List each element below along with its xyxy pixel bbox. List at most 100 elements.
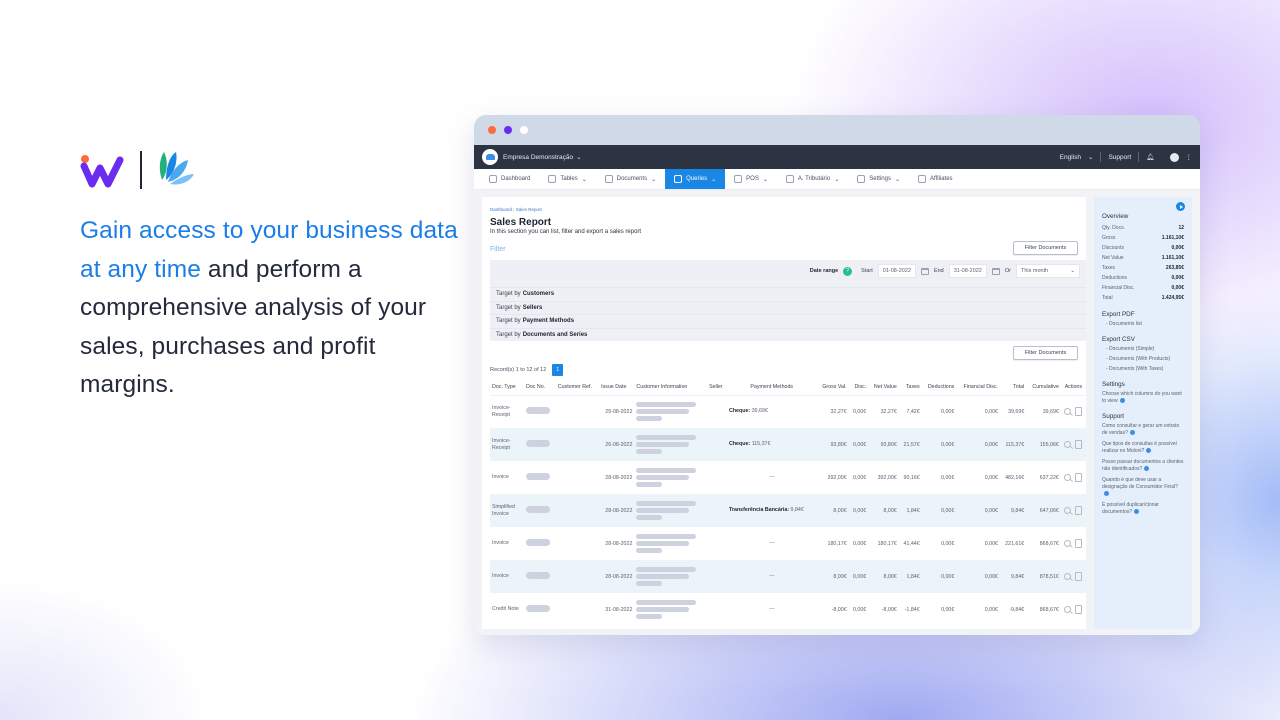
or-label: Or xyxy=(1004,268,1011,274)
info-icon[interactable] xyxy=(1134,509,1140,515)
breadcrumb-dashboard[interactable]: Dashboard xyxy=(490,207,512,212)
target-row[interactable]: Target by Customers xyxy=(490,287,1086,301)
support-link[interactable]: Que tipos de consultas é possível realiz… xyxy=(1102,441,1184,455)
menu-item-dashboard[interactable]: Dashboard xyxy=(480,169,539,189)
table-row[interactable]: Invoice 28-08-2022 --- 180,17€ 0,00€ 180,17€ 4… xyxy=(490,527,1086,560)
page-button[interactable]: 1 xyxy=(552,364,564,376)
info-icon[interactable] xyxy=(1144,466,1150,472)
bell-icon[interactable]: 🔔︎ xyxy=(1146,153,1154,161)
pdf-document-icon[interactable] xyxy=(1075,605,1083,614)
calendar-icon[interactable] xyxy=(991,267,1000,275)
support-link[interactable]: Support xyxy=(1108,154,1131,161)
search-icon[interactable] xyxy=(1064,474,1072,481)
disc-value: 0,00€ xyxy=(852,540,867,547)
search-icon[interactable] xyxy=(1064,540,1072,547)
support-question[interactable]: Como consultar e gerar um extrato de ven… xyxy=(1102,423,1179,436)
search-icon[interactable] xyxy=(1064,507,1072,514)
filter-toggle[interactable]: Filter xyxy=(490,246,506,253)
support-question[interactable]: É possível duplicar/clonar documentos? xyxy=(1102,502,1159,515)
actions xyxy=(1061,593,1086,626)
menu-item-queries[interactable]: Queries ⌄ xyxy=(665,169,726,189)
info-icon[interactable] xyxy=(1119,398,1125,404)
table-row[interactable]: Simplified Invoice 28-08-2022 Transferênci… xyxy=(490,494,1086,527)
support-link[interactable]: É possível duplicar/clonar documentos? xyxy=(1102,502,1184,516)
settings-text[interactable]: Choose which columns do you want to view xyxy=(1102,391,1184,405)
menu-item-documents[interactable]: Documents ⌄ xyxy=(596,169,665,189)
redacted-line xyxy=(636,567,697,572)
taxes-value: -1,84€ xyxy=(904,606,920,613)
language-selector[interactable]: English xyxy=(1060,154,1081,161)
menu-item-pos[interactable]: POS ⌄ xyxy=(725,169,777,189)
target-row[interactable]: Target by Sellers xyxy=(490,300,1086,315)
company-selector[interactable]: Empresa Demonstração xyxy=(503,154,573,161)
table-row[interactable]: Invoice 28-08-2022 --- 392,00€ 0,00€ 392,00€ 9… xyxy=(490,461,1086,494)
info-icon[interactable] xyxy=(1129,430,1135,436)
info-icon[interactable] xyxy=(1146,448,1152,454)
start-date-input[interactable]: 01-08-2022 xyxy=(877,264,916,278)
support-link[interactable]: Como consultar e gerar um extrato de ven… xyxy=(1102,423,1184,437)
date-preset-select[interactable]: This month ⌄ xyxy=(1016,264,1080,278)
info-icon[interactable] xyxy=(1104,491,1109,497)
gross-value: -8,00€ xyxy=(831,606,847,613)
pdf-document-icon[interactable] xyxy=(1075,539,1083,548)
more-vertical-icon[interactable]: ⋮ xyxy=(1186,153,1193,161)
export-csv-link[interactable]: - Documents (With Products) xyxy=(1106,356,1184,363)
overview-value: 0,00€ xyxy=(1171,245,1184,251)
search-icon[interactable] xyxy=(1064,441,1072,448)
collapse-sidebar-icon[interactable] xyxy=(1176,202,1185,211)
table-row[interactable]: Invoice 28-08-2022 --- 8,00€ 0,00€ 8,00€ 1,84€… xyxy=(490,560,1086,593)
pdf-document-icon[interactable] xyxy=(1075,407,1083,417)
filter-documents-button-top[interactable]: Filter Documents xyxy=(1013,241,1078,255)
payment-method-value: --- xyxy=(769,573,775,579)
payment-method-value: --- xyxy=(769,606,775,612)
help-icon[interactable]: ? xyxy=(843,266,853,276)
table-row[interactable]: Invoice-Receipt 26-08-2022 Cheque: 115,37€… xyxy=(490,428,1086,461)
window-close-dot[interactable] xyxy=(488,126,496,134)
column-header[interactable]: Customer Information xyxy=(634,380,708,396)
filter-documents-button-bottom[interactable]: Filter Documents xyxy=(1013,346,1078,360)
support-question[interactable]: Que tipos de consultas é possível realiz… xyxy=(1102,441,1177,454)
search-icon[interactable] xyxy=(1064,573,1072,580)
menu-item-a-tribut-rio[interactable]: A. Tributário ⌄ xyxy=(777,169,848,189)
fin-disc-value: 0,00€ xyxy=(956,494,1000,527)
actions xyxy=(1060,428,1086,461)
breadcrumb-sales-report[interactable]: Sales Report xyxy=(516,207,542,212)
taxes-value: 90,16€ xyxy=(903,474,920,481)
export-csv-link[interactable]: - Documents (With Taxes) xyxy=(1106,366,1184,373)
table-row[interactable]: Invoice-Receipt 25-08-2022 Cheque: 39,69€ 3… xyxy=(490,395,1086,428)
support-link[interactable]: Quando é que deve usar a designação de C… xyxy=(1102,477,1184,498)
menu-item-tables[interactable]: Tables ⌄ xyxy=(539,169,595,189)
redacted-line xyxy=(636,482,663,487)
pdf-document-icon[interactable] xyxy=(1075,572,1083,581)
calendar-icon[interactable] xyxy=(920,267,929,275)
support-question[interactable]: Posso passar documentos a clientes não i… xyxy=(1102,459,1183,472)
export-pdf-link[interactable]: - Documents list xyxy=(1106,321,1184,328)
chevron-down-icon: ⌄ xyxy=(711,176,717,183)
table-header-row: Doc. Type Doc No. Customer Ref. Issue Date C… xyxy=(490,380,1086,396)
pdf-document-icon[interactable] xyxy=(1075,473,1083,482)
window-minimize-dot[interactable] xyxy=(504,126,512,134)
net-value: 8,00€ xyxy=(868,560,899,593)
end-date-input[interactable]: 31-08-2022 xyxy=(948,264,987,278)
menu-item-label: Tables xyxy=(560,176,578,182)
support-question[interactable]: Quando é que deve usar a designação de C… xyxy=(1102,477,1178,490)
export-csv-link[interactable]: - Documents (Simple) xyxy=(1106,346,1184,353)
taxes-value: 41,44€ xyxy=(903,540,920,547)
search-icon[interactable] xyxy=(1064,606,1072,613)
search-icon[interactable] xyxy=(1064,408,1072,416)
taxes-value: 7,42€ xyxy=(906,408,920,415)
column-header[interactable]: Issue Date xyxy=(599,380,635,396)
menu-item-affiliates[interactable]: Affiliates xyxy=(909,169,962,189)
table-row[interactable]: Credit Note 31-08-2022 --- -8,00€ 0,00€ -8,00… xyxy=(490,593,1086,626)
menu-item-settings[interactable]: Settings ⌄ xyxy=(848,169,909,189)
settings-link[interactable]: Choose which columns do you want to view xyxy=(1102,391,1182,404)
pdf-document-icon[interactable] xyxy=(1075,506,1083,515)
target-row[interactable]: Target by Payment Methods xyxy=(490,314,1086,328)
target-row[interactable]: Target by Documents and Series xyxy=(490,327,1086,342)
payment-method: --- xyxy=(727,560,817,593)
pdf-document-icon[interactable] xyxy=(1075,440,1083,449)
window-maximize-dot[interactable] xyxy=(520,126,528,134)
user-avatar[interactable] xyxy=(1169,152,1179,162)
support-link[interactable]: Posso passar documentos a clientes não i… xyxy=(1102,459,1184,473)
customer-info xyxy=(634,593,707,626)
